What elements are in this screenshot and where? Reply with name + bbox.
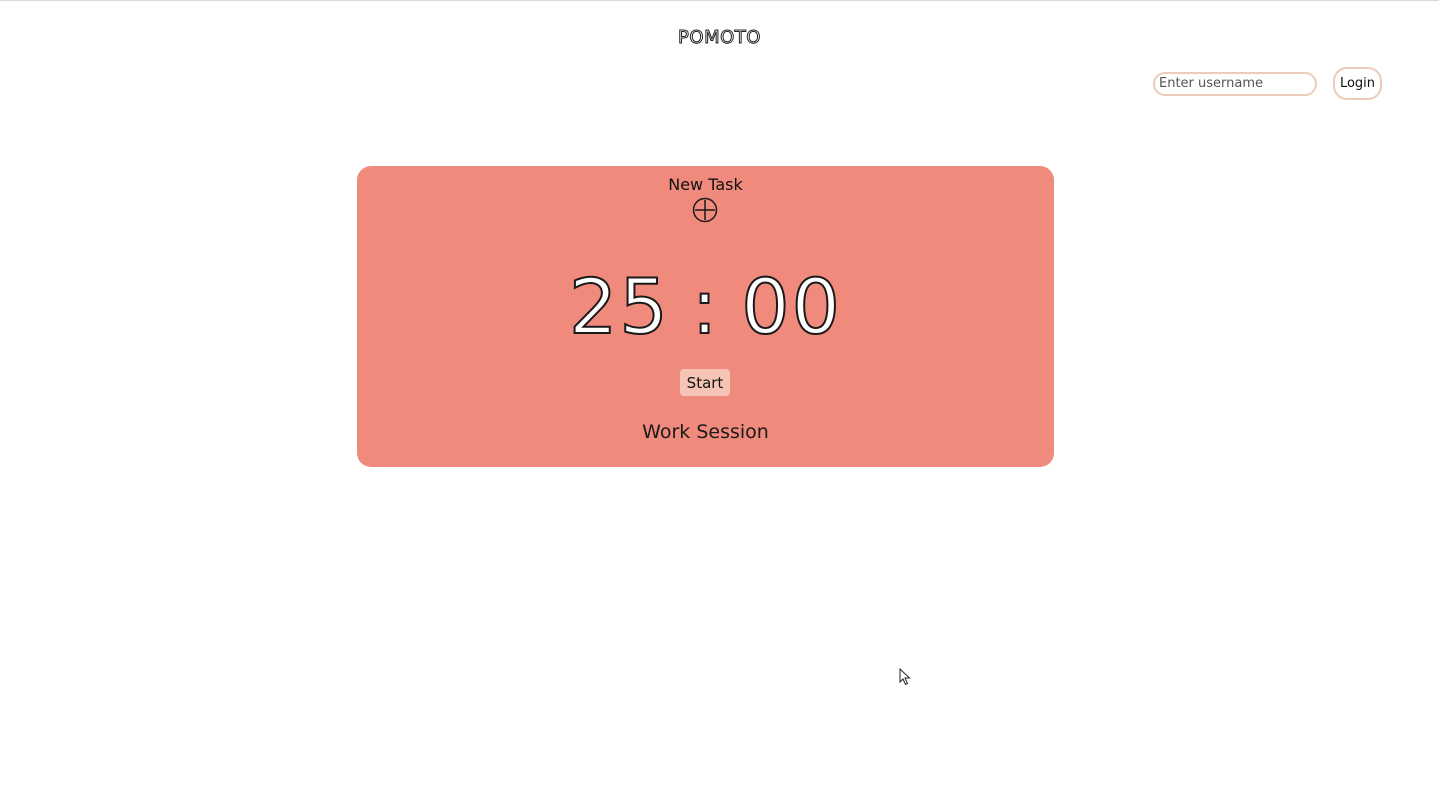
- login-button[interactable]: Login: [1333, 67, 1382, 100]
- timer-separator: :: [691, 261, 720, 352]
- start-button[interactable]: Start: [680, 369, 730, 396]
- timer-display: 25:00: [357, 261, 1054, 352]
- timer-card: New Task 25:00 Start Work Session: [357, 166, 1054, 467]
- app-logo: POMOTO: [678, 27, 761, 49]
- timer-seconds: 00: [740, 261, 843, 352]
- add-task-button[interactable]: [692, 197, 718, 223]
- timer-minutes: 25: [568, 261, 670, 352]
- plus-circle-icon: [692, 197, 718, 223]
- login-bar: Login: [1153, 67, 1382, 100]
- username-input[interactable]: [1153, 71, 1317, 96]
- new-task-label: New Task: [668, 175, 743, 194]
- mouse-cursor-icon: [899, 668, 911, 686]
- session-label: Work Session: [642, 421, 769, 443]
- top-divider: [0, 0, 1439, 1]
